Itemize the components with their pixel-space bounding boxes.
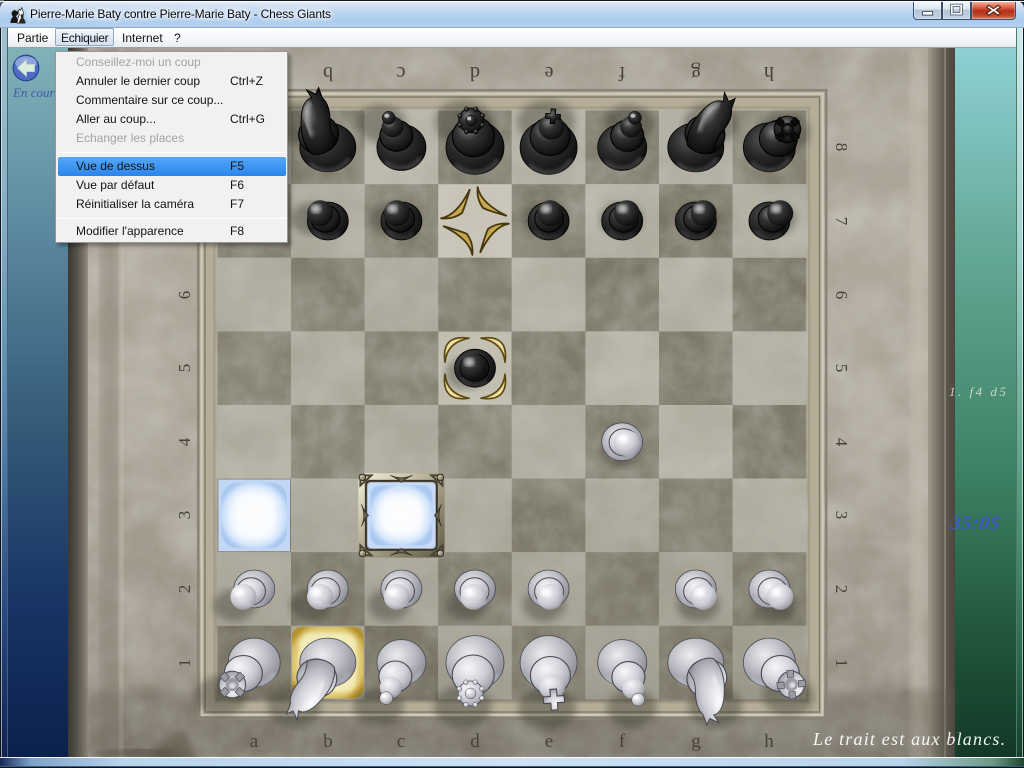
- svg-text:7: 7: [832, 217, 851, 226]
- svg-text:e: e: [545, 731, 553, 752]
- svg-text:4: 4: [175, 437, 194, 446]
- svg-text:2: 2: [832, 585, 851, 594]
- svg-text:g: g: [691, 62, 701, 84]
- svg-text:3: 3: [175, 511, 194, 520]
- svg-text:d: d: [470, 731, 480, 752]
- svg-text:6: 6: [175, 291, 194, 300]
- svg-text:e: e: [544, 62, 553, 84]
- svg-text:f: f: [619, 731, 626, 752]
- svg-text:d: d: [470, 62, 480, 84]
- svg-text:1: 1: [175, 659, 194, 668]
- svg-text:4: 4: [832, 438, 851, 447]
- svg-text:5: 5: [175, 364, 194, 373]
- svg-text:g: g: [691, 731, 701, 752]
- svg-text:b: b: [323, 62, 333, 84]
- svg-text:2: 2: [175, 585, 194, 594]
- svg-text:b: b: [323, 731, 333, 752]
- svg-text:3: 3: [832, 511, 851, 520]
- svg-text:c: c: [396, 62, 405, 84]
- svg-text:h: h: [764, 731, 774, 752]
- svg-text:6: 6: [832, 291, 851, 300]
- svg-text:a: a: [250, 731, 259, 752]
- svg-text:c: c: [397, 731, 405, 752]
- svg-text:5: 5: [832, 364, 851, 373]
- svg-text:8: 8: [832, 143, 851, 152]
- svg-text:1: 1: [832, 659, 851, 668]
- svg-text:h: h: [764, 62, 774, 84]
- svg-text:f: f: [618, 62, 625, 84]
